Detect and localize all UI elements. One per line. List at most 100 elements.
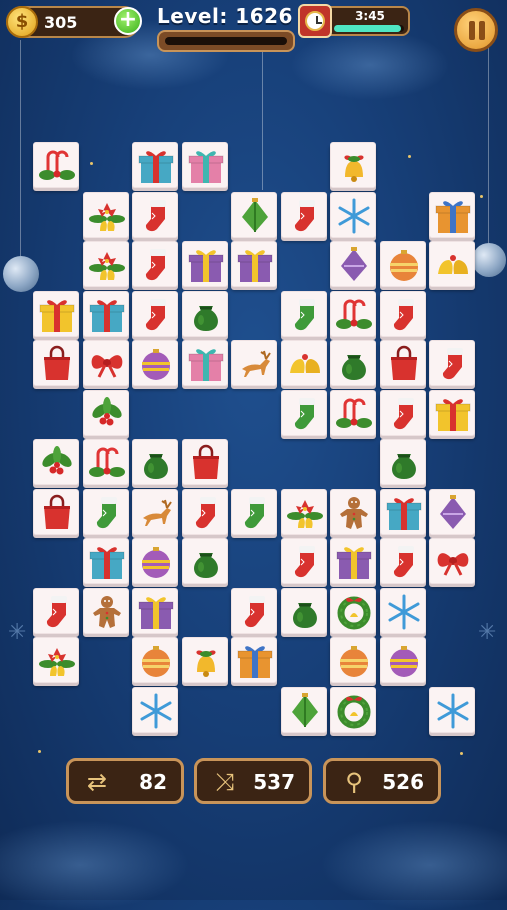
tile-stocking-red[interactable]: [280, 191, 327, 238]
tile-sack-green[interactable]: [379, 439, 426, 485]
tile-ornament-stripe-purple[interactable]: [379, 637, 426, 683]
tile-gift-purple-yellow[interactable]: [181, 241, 228, 287]
tile-wreath[interactable]: [330, 587, 376, 634]
tile-reindeer[interactable]: [231, 340, 277, 386]
tile-candy-cane-holly[interactable]: [330, 389, 376, 436]
tile-stocking-red[interactable]: [33, 587, 79, 634]
tile-sack-green[interactable]: [181, 290, 228, 337]
holly-icon: [91, 396, 122, 425]
tile-bell-red-bow[interactable]: [181, 637, 228, 683]
tile-gift-purple-yellow[interactable]: [231, 241, 277, 287]
tile-stocking-red[interactable]: [429, 340, 475, 386]
stocking-red-icon: [393, 397, 414, 429]
poinsettia-bells-icon: [88, 252, 125, 280]
tile-bow-red[interactable]: [82, 340, 129, 386]
ornament-stripe-purple-icon: [142, 349, 170, 380]
gingerbread-icon: [340, 496, 368, 529]
tile-ornament-green[interactable]: [280, 686, 327, 733]
tile-gift-yellow-red[interactable]: [429, 389, 475, 436]
tile-snowflake[interactable]: [132, 686, 178, 733]
tile-stocking-green[interactable]: [280, 290, 327, 337]
tile-stocking-green[interactable]: [280, 389, 327, 436]
tile-snowflake[interactable]: [330, 191, 376, 238]
tile-shopping-bag[interactable]: [379, 340, 426, 386]
tile-holly[interactable]: [33, 439, 79, 485]
tile-reindeer[interactable]: [132, 488, 178, 535]
tile-stocking-red[interactable]: [181, 488, 228, 535]
tile-stocking-red[interactable]: [132, 290, 178, 337]
tile-stocking-green[interactable]: [82, 488, 129, 535]
stocking-red-icon: [393, 298, 414, 330]
tile-bow-red[interactable]: [429, 538, 475, 584]
tile-ornament-purple[interactable]: [429, 488, 475, 535]
shuffle-tool-count: 537: [253, 770, 295, 794]
tile-stocking-red[interactable]: [132, 241, 178, 287]
tile-gift-teal-red[interactable]: [132, 142, 178, 188]
tile-holly[interactable]: [82, 389, 129, 436]
tile-stocking-red[interactable]: [231, 587, 277, 634]
ornament-stripe-orange-icon: [142, 646, 170, 677]
tile-stocking-red[interactable]: [132, 191, 178, 238]
tile-poinsettia-bells[interactable]: [82, 191, 129, 238]
tile-bell-red-bow[interactable]: [330, 142, 376, 188]
tile-gift-orange-blue[interactable]: [231, 637, 277, 683]
tile-poinsettia-bells[interactable]: [280, 488, 327, 535]
tile-stocking-red[interactable]: [379, 538, 426, 584]
tile-candy-cane-holly[interactable]: [33, 142, 79, 188]
tile-ornament-stripe-purple[interactable]: [132, 340, 178, 386]
tile-gift-purple-yellow[interactable]: [132, 587, 178, 634]
snowflake-icon: [338, 198, 370, 233]
tile-gift-orange-blue[interactable]: [429, 191, 475, 238]
stocking-green-icon: [294, 397, 315, 429]
tile-bells-gold[interactable]: [280, 340, 327, 386]
tile-stocking-red[interactable]: [379, 290, 426, 337]
stocking-red-icon: [145, 249, 166, 281]
tile-ornament-stripe-orange[interactable]: [379, 241, 426, 287]
ornament-purple-icon: [341, 247, 367, 281]
tile-stocking-green[interactable]: [231, 488, 277, 535]
undo-tool-button[interactable]: ⇄ 82: [66, 758, 184, 804]
tile-sack-green[interactable]: [132, 439, 178, 485]
tile-gingerbread[interactable]: [330, 488, 376, 535]
tile-shopping-bag[interactable]: [181, 439, 228, 485]
tile-gift-pink-teal[interactable]: [181, 340, 228, 386]
tile-gift-pink-teal[interactable]: [181, 142, 228, 188]
stocking-green-icon: [294, 298, 315, 330]
ornament-stripe-orange-icon: [340, 646, 368, 677]
shuffle-tool-button[interactable]: ⤨ 537: [194, 758, 312, 804]
snowflake-icon: [140, 693, 172, 728]
tile-gift-teal-red[interactable]: [82, 290, 129, 337]
gift-teal-red-icon: [138, 151, 174, 183]
tile-poinsettia-bells[interactable]: [82, 241, 129, 287]
gift-purple-yellow-icon: [336, 547, 372, 579]
tile-candy-cane-holly[interactable]: [330, 290, 376, 337]
hint-tool-button[interactable]: ⚲ 526: [323, 758, 441, 804]
tile-ornament-stripe-purple[interactable]: [132, 538, 178, 584]
tile-poinsettia-bells[interactable]: [33, 637, 79, 683]
tile-ornament-stripe-orange[interactable]: [132, 637, 178, 683]
ornament-stripe-orange-icon: [389, 250, 418, 281]
tile-ornament-stripe-orange[interactable]: [330, 637, 376, 683]
stocking-red-icon: [442, 348, 463, 380]
tile-gift-teal-red[interactable]: [82, 538, 129, 584]
tile-sack-green[interactable]: [181, 538, 228, 584]
tile-stocking-red[interactable]: [379, 389, 426, 436]
tile-gift-purple-yellow[interactable]: [330, 538, 376, 584]
tile-snowflake[interactable]: [429, 686, 475, 733]
tile-candy-cane-holly[interactable]: [82, 439, 129, 485]
stocking-red-icon: [46, 595, 67, 627]
tile-sack-green[interactable]: [330, 340, 376, 386]
tile-gingerbread[interactable]: [82, 587, 129, 634]
tile-stocking-red[interactable]: [280, 538, 327, 584]
tile-wreath[interactable]: [330, 686, 376, 733]
stocking-red-icon: [294, 199, 315, 231]
tile-gift-teal-red[interactable]: [379, 488, 426, 535]
tile-shopping-bag[interactable]: [33, 488, 79, 535]
tile-snowflake[interactable]: [379, 587, 426, 634]
tile-sack-green[interactable]: [280, 587, 327, 634]
tile-ornament-green[interactable]: [231, 191, 277, 238]
tile-bells-gold[interactable]: [429, 241, 475, 287]
tile-ornament-purple[interactable]: [330, 241, 376, 287]
tile-gift-yellow-red[interactable]: [33, 290, 79, 337]
tile-shopping-bag[interactable]: [33, 340, 79, 386]
